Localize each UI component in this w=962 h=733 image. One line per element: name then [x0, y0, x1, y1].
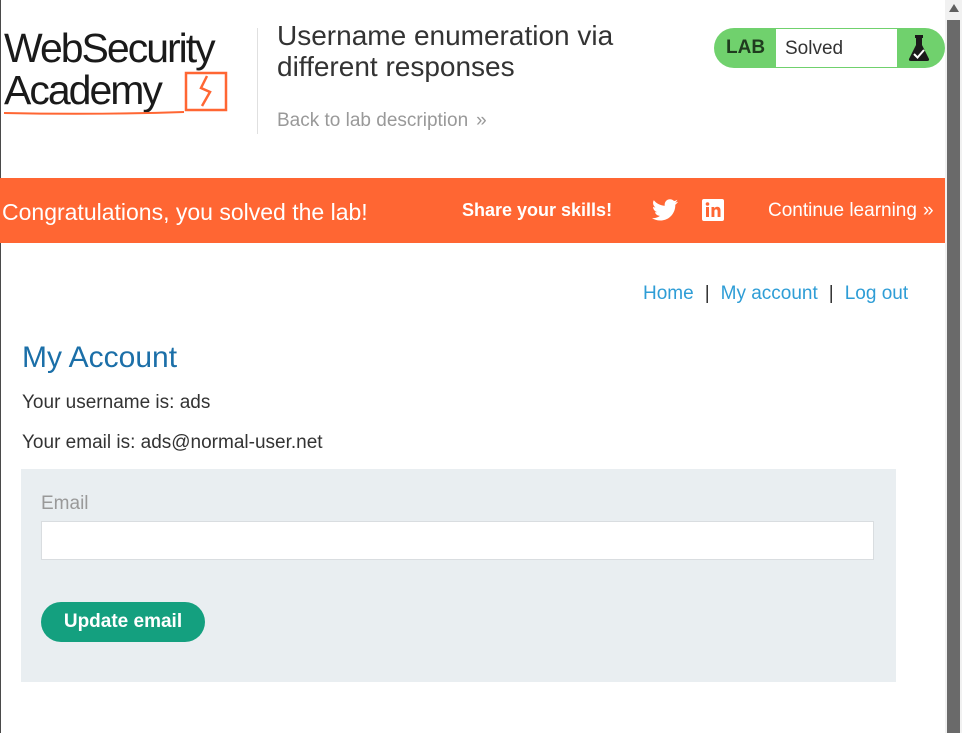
lab-label: LAB	[726, 37, 766, 58]
lab-title: Username enumeration via different respo…	[277, 20, 614, 82]
twitter-icon[interactable]	[652, 199, 678, 221]
update-email-form: Email Update email	[21, 469, 896, 682]
double-chevron-right-icon: »	[476, 110, 486, 131]
scroll-up-arrow-icon[interactable]	[949, 4, 959, 12]
email-info: Your email is: ads@normal-user.net	[22, 432, 323, 453]
header-divider	[257, 28, 258, 134]
congratulations-text: Congratulations, you solved the lab!	[2, 199, 368, 225]
page: WebSecurity Academy Username enumeration…	[0, 0, 945, 733]
account-nav: Home | My account | Log out	[643, 283, 908, 305]
lab-status-left: LAB	[714, 28, 776, 68]
logo-line1: WebSecurity	[4, 25, 216, 71]
flask-check-icon	[908, 35, 930, 61]
log-out-link[interactable]: Log out	[845, 283, 908, 304]
back-link-label: Back to lab description	[277, 110, 469, 131]
nav-separator: |	[828, 283, 834, 304]
my-account-link[interactable]: My account	[721, 283, 818, 304]
email-label: Email	[41, 493, 89, 514]
lab-solved-banner: Congratulations, you solved the lab! Sha…	[0, 178, 945, 243]
share-skills-text: Share your skills!	[462, 200, 613, 220]
lab-status-right	[897, 28, 945, 68]
window-edge	[0, 0, 1, 733]
linkedin-icon[interactable]	[702, 199, 724, 221]
back-to-lab-description-link[interactable]: Back to lab description »	[277, 110, 487, 132]
continue-learning-link[interactable]: Continue learning»	[768, 200, 933, 222]
update-email-button[interactable]: Update email	[41, 602, 205, 642]
username-info: Your username is: ads	[22, 392, 211, 413]
page-title: My Account	[22, 341, 178, 374]
web-security-academy-logo[interactable]: WebSecurity Academy	[4, 24, 254, 120]
home-link[interactable]: Home	[643, 283, 694, 304]
continue-learning-label: Continue learning	[768, 200, 917, 221]
logo-mark-icon	[4, 71, 228, 115]
scrollbar-thumb[interactable]	[947, 20, 960, 733]
nav-separator: |	[704, 283, 710, 304]
lab-status-widget: LAB Solved	[714, 28, 945, 68]
email-input[interactable]	[41, 521, 874, 560]
double-chevron-right-icon: »	[922, 200, 933, 221]
vertical-scrollbar[interactable]	[945, 0, 962, 733]
lab-status-box: Solved	[776, 28, 897, 68]
lab-status-text: Solved	[785, 38, 844, 59]
